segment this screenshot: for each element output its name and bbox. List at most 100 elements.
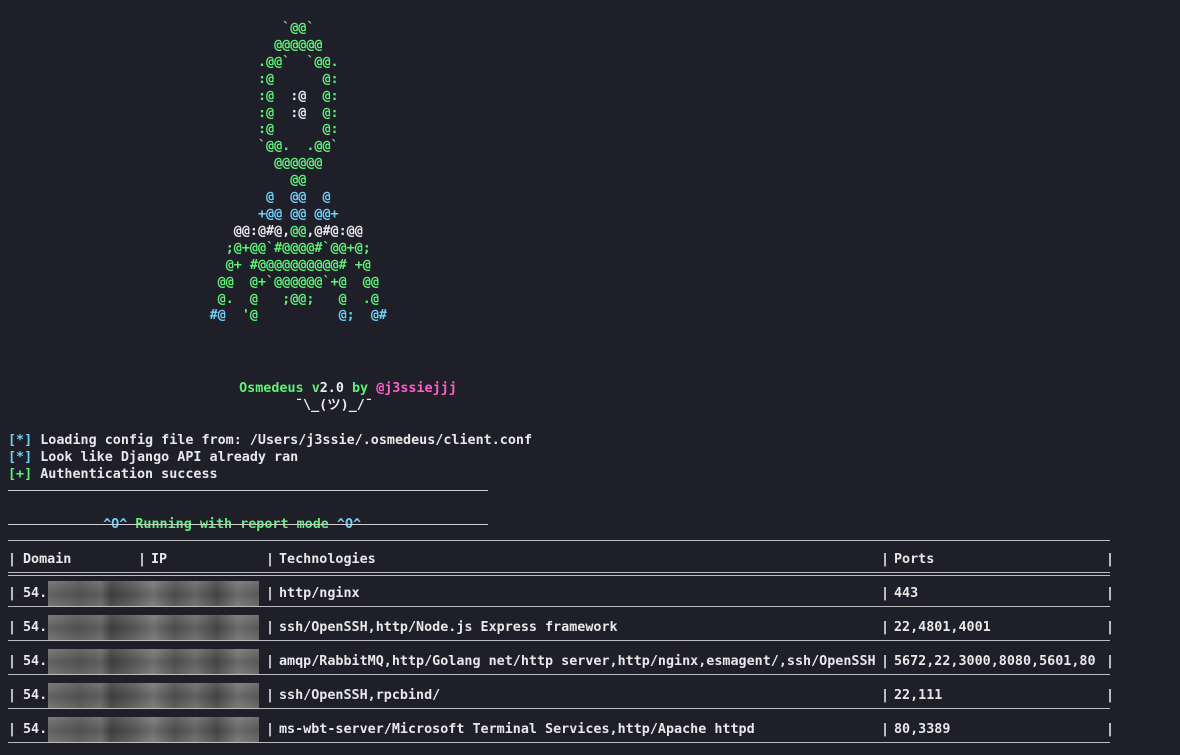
column-divider: | [266,688,275,703]
column-header: Ports [894,552,935,567]
column-divider: | [8,552,17,567]
ascii-art-line: :@ @: [0,72,387,89]
author-handle: @j3ssiejjj [376,381,457,396]
shrug-emoticon: ¯\_(ツ)_/¯ [295,398,373,413]
log-line: [+] Authentication success [8,466,218,483]
log-text: Authentication success [32,467,218,482]
column-divider: | [881,552,890,567]
column-divider: | [138,552,147,567]
ascii-art-line: @. @ ;@@; @ .@ [0,292,387,309]
table-border [8,741,1110,748]
ascii-art-line: :@ :@ @: [0,89,387,106]
log-prefix: [*] [8,433,33,448]
table-cell: 22,111 [894,688,943,703]
ascii-art-segment: +@@ @@ @@+ [257,206,339,222]
ascii-art-segment: '@ [225,308,339,324]
table-cell: 80,3389 [894,722,951,737]
ascii-art-line: .@@` `@@. [0,55,387,72]
ascii-art-segment: `@@` [282,21,315,36]
by-label: by [352,381,369,396]
column-divider: | [8,722,17,737]
column-header: IP [151,552,168,567]
column-divider: | [881,722,890,737]
column-header: Technologies [279,552,376,567]
ascii-art-segment: :@ [257,88,291,104]
ascii-art-segment: @; [338,308,355,324]
version-prefix: v [311,381,320,396]
table-cell: 22,4801,4001 [894,620,991,635]
ascii-art-line: `@@. .@@` [0,139,387,156]
ascii-art-segment: ;@+@@`#@@@@#`@@+@; [225,240,371,256]
ascii-art-segment: #@ [209,308,226,324]
mode-banner: ^O^ Running with report mode ^O^ [87,499,361,533]
ascii-art-line: @@ @+`@@@@@@`+@ @@ [0,275,387,292]
column-divider: | [1106,654,1115,669]
ascii-art-segment: :@ @: [257,71,339,87]
redacted-ip-blur [48,581,259,607]
redacted-ip-blur [48,615,259,641]
ascii-art-line: ;@+@@`#@@@@#`@@+@; [0,241,387,258]
table-cell: 54. [23,722,48,737]
ascii-art-segment: ,@#@:@@ [306,223,363,239]
ascii-art-line: @@:@#@,@@,@#@:@@ [0,224,387,241]
table-cell: 54. [23,688,48,703]
banner-line: Osmedeus v2.0 by @j3ssiejjj [223,363,457,397]
ascii-art-line: :@ :@ @: [0,106,387,123]
column-divider: | [8,688,17,703]
table-border [8,539,1110,546]
column-divider: | [8,654,17,669]
ascii-art-segment: @+ #@@@@@@@@@@# +@ [225,257,371,273]
ascii-art-segment: @: [306,105,339,121]
ascii-art-segment: @@@@@@ [274,37,323,53]
column-divider: | [881,586,890,601]
ascii-art-segment: @@ [290,223,307,239]
ascii-art-segment: .@@` `@@. [257,54,339,70]
column-divider: | [8,620,17,635]
table-cell: ssh/OpenSSH,http/Node.js Express framewo… [279,620,618,635]
ascii-art-line: `@@` [0,21,387,38]
ascii-art-line: :@ @: [0,122,387,139]
ascii-art-segment: @@:@#@, [233,223,291,239]
column-divider: | [1106,552,1115,567]
column-divider: | [266,552,275,567]
ascii-art-line: +@@ @@ @@+ [0,207,387,224]
app-name: Osmedeus [239,381,304,396]
column-divider: | [1106,620,1115,635]
table-cell: 443 [894,586,919,601]
divider-bottom [8,524,488,525]
column-divider: | [881,688,890,703]
log-text: Look like Django API already ran [32,450,299,465]
ascii-art-line: @ @@ @ [0,190,387,207]
log-prefix: [*] [8,450,33,465]
ascii-art-segment: :@ [257,105,291,121]
ascii-art-segment: @@ [290,173,307,189]
ascii-art-segment: @@@@@@ [274,156,323,172]
table-cell: 54. [23,654,48,669]
ascii-art-line: @@@@@@ [0,156,387,173]
table-cell: 5672,22,3000,8080,5601,80 [894,654,1096,669]
table-cell: amqp/RabbitMQ,http/Golang net/http serve… [279,654,876,669]
column-divider: | [266,654,275,669]
log-line: [*] Look like Django API already ran [8,449,298,466]
column-divider: | [266,722,275,737]
ascii-art-segment: @. @ ;@@; @ .@ [217,291,379,307]
column-divider: | [8,586,17,601]
ascii-art-line: @@ [0,173,387,190]
table-cell: ssh/OpenSSH,rpcbind/ [279,688,441,703]
ascii-art-line: @+ #@@@@@@@@@@# +@ [0,258,387,275]
column-divider: | [266,586,275,601]
ascii-art-segment: @ @@ @ [266,190,331,206]
ascii-art-segment: :@ @: [257,122,339,138]
table-border [8,571,1110,578]
table-cell: http/nginx [279,586,360,601]
ascii-art-line: @@@@@@ [0,38,387,55]
table-border [8,673,1110,680]
table-border [8,605,1110,612]
table-border [8,639,1110,646]
table-border [8,707,1110,714]
column-divider: | [881,654,890,669]
redacted-ip-blur [48,649,259,675]
osmedeus-ascii-logo: `@@` @@@@@@ .@@` `@@. :@ @: :@ :@ @::@ … [0,21,387,325]
ascii-art-segment: @# [354,308,387,324]
column-divider: | [1106,586,1115,601]
